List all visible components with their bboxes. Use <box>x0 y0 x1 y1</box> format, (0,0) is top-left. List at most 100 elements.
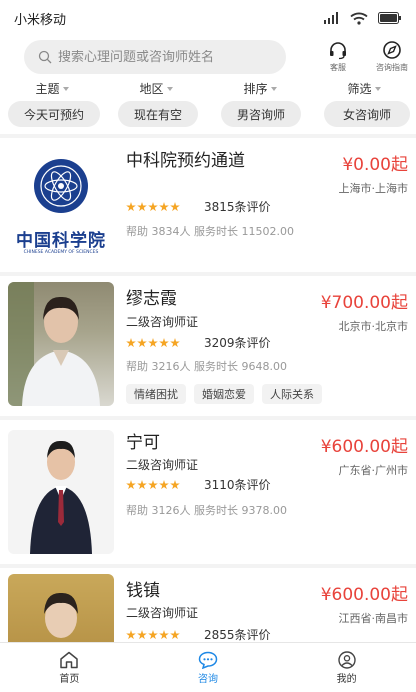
customer-service-label: 客服 <box>330 63 346 72</box>
rating-stars <box>126 480 180 490</box>
star-icon <box>137 202 147 212</box>
star-icon <box>126 480 136 490</box>
star-icon <box>126 202 136 212</box>
star-icon <box>137 338 147 348</box>
counselor-price: ¥600.00起 <box>320 585 408 605</box>
topic-tag: 情绪困扰 <box>126 384 186 404</box>
caret-down-icon <box>270 87 277 91</box>
nav-consult-label: 咨询 <box>197 673 218 685</box>
signal-icon <box>324 12 338 24</box>
rating-stars <box>126 338 180 348</box>
consult-guide-button[interactable]: 咨询指南 <box>370 40 414 73</box>
star-icon <box>148 630 158 640</box>
counselor-photo <box>8 574 114 642</box>
chip-available-today[interactable]: 今天可预约 <box>8 101 100 127</box>
cas-logo-text: 中国科学院 <box>16 231 106 251</box>
nav-consult[interactable]: 咨询 <box>139 643 278 692</box>
chip-female-counselor[interactable]: 女咨询师 <box>324 101 410 127</box>
counselor-photo <box>8 430 114 554</box>
counselor-price: ¥700.00起 <box>320 293 408 313</box>
filter-screen-label: 筛选 <box>347 81 372 96</box>
counselor-name: 宁可 <box>126 433 160 453</box>
filter-sort[interactable]: 排序 <box>208 79 312 97</box>
star-icon <box>148 480 158 490</box>
consult-guide-label: 咨询指南 <box>376 63 408 72</box>
review-count: 3815条评价 <box>204 200 271 214</box>
nav-home[interactable]: 首页 <box>0 643 139 692</box>
topic-tag: 人际关系 <box>262 384 322 404</box>
review-count: 3110条评价 <box>204 478 271 492</box>
star-icon <box>170 480 180 490</box>
star-icon <box>159 630 169 640</box>
chat-icon <box>198 651 218 669</box>
rating-stars <box>126 630 180 640</box>
counselor-name: 钱镇 <box>126 581 160 601</box>
nav-home-label: 首页 <box>59 673 80 685</box>
rating-stars <box>126 202 180 212</box>
headset-icon <box>330 42 346 60</box>
counselor-price: ¥0.00起 <box>342 155 408 175</box>
service-stats: 帮助 3834人 服务时长 11502.00 <box>126 225 294 238</box>
status-bar: 小米移动 <box>0 0 416 36</box>
search-row: 客服 咨询指南 <box>0 38 416 78</box>
tag-list: 情绪困扰 婚姻恋爱 人际关系 <box>126 384 322 404</box>
cas-logo-subtext: CHINESE ACADEMY OF SCIENCES <box>23 250 99 255</box>
search-input[interactable] <box>58 49 268 65</box>
filter-topic-label: 主题 <box>35 81 60 96</box>
review-count: 2855条评价 <box>204 628 271 642</box>
counselor-certificate: 二级咨询师证 <box>126 458 199 472</box>
battery-icon <box>378 12 401 24</box>
star-icon <box>170 630 180 640</box>
counselor-price: ¥600.00起 <box>320 437 408 457</box>
star-icon <box>126 630 136 640</box>
wifi-icon <box>350 12 368 25</box>
star-icon <box>170 202 180 212</box>
star-icon <box>148 338 158 348</box>
caret-down-icon <box>374 87 381 91</box>
filter-screen[interactable]: 筛选 <box>312 79 416 97</box>
counselor-name: 中科院预约通道 <box>126 151 245 171</box>
search-icon <box>38 50 52 64</box>
star-icon <box>126 338 136 348</box>
customer-service-button[interactable]: 客服 <box>316 40 360 73</box>
counselor-list[interactable]: 中国科学院 CHINESE ACADEMY OF SCIENCES 中科院预约通… <box>0 138 416 642</box>
counselor-name: 缪志霞 <box>126 289 177 309</box>
star-icon <box>159 338 169 348</box>
star-icon <box>137 630 147 640</box>
chip-male-counselor[interactable]: 男咨询师 <box>221 101 301 127</box>
search-box[interactable] <box>24 40 286 74</box>
counselor-location: 广东省·广州市 <box>338 464 409 477</box>
counselor-location: 上海市·上海市 <box>338 182 409 195</box>
service-stats: 帮助 3126人 服务时长 9378.00 <box>126 504 287 517</box>
quick-filters: 今天可预约 现在有空 男咨询师 女咨询师 <box>0 99 416 129</box>
star-icon <box>148 202 158 212</box>
carrier-name: 小米移动 <box>14 12 67 28</box>
counselor-location: 江西省·南昌市 <box>338 612 409 625</box>
counselor-location: 北京市·北京市 <box>338 320 409 333</box>
nav-mine[interactable]: 我的 <box>277 643 416 692</box>
compass-icon <box>383 41 401 59</box>
counselor-card[interactable]: 缪志霞 ¥700.00起 北京市·北京市 二级咨询师证 3209条评价 帮助 3… <box>0 276 416 420</box>
star-icon <box>159 480 169 490</box>
caret-down-icon <box>166 87 173 91</box>
star-icon <box>170 338 180 348</box>
counselor-card[interactable]: 中国科学院 CHINESE ACADEMY OF SCIENCES 中科院预约通… <box>0 138 416 272</box>
filter-topic[interactable]: 主题 <box>0 79 104 97</box>
counselor-card[interactable]: 钱镇 ¥600.00起 江西省·南昌市 二级咨询师证 2855条评价 <box>0 568 416 642</box>
caret-down-icon <box>62 87 69 91</box>
star-icon <box>137 480 147 490</box>
bottom-nav: 首页 咨询 我的 <box>0 642 416 692</box>
filter-region[interactable]: 地区 <box>104 79 208 97</box>
counselor-card[interactable]: 宁可 ¥600.00起 广东省·广州市 二级咨询师证 3110条评价 帮助 31… <box>0 420 416 568</box>
cas-logo: 中国科学院 CHINESE ACADEMY OF SCIENCES <box>8 148 114 272</box>
chip-free-now[interactable]: 现在有空 <box>118 101 198 127</box>
review-count: 3209条评价 <box>204 336 271 350</box>
counselor-certificate: 二级咨询师证 <box>126 606 199 620</box>
filter-tabs: 主题 地区 排序 筛选 <box>0 79 416 97</box>
counselor-certificate: 二级咨询师证 <box>126 315 199 329</box>
service-stats: 帮助 3216人 服务时长 9648.00 <box>126 360 287 373</box>
filter-sort-label: 排序 <box>243 81 268 96</box>
star-icon <box>159 202 169 212</box>
home-icon <box>60 651 79 668</box>
status-icons <box>324 12 402 25</box>
